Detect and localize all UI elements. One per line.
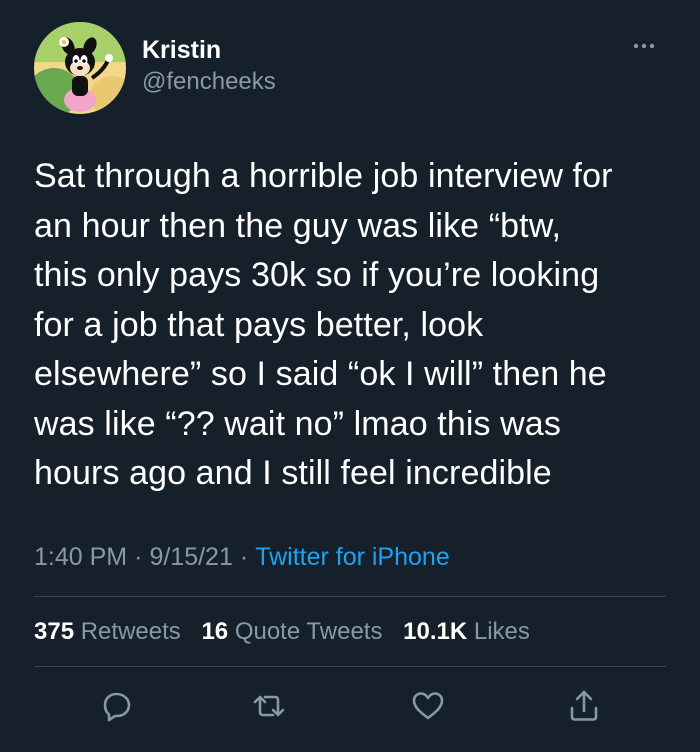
meta-separator: · bbox=[239, 543, 249, 571]
share-button[interactable] bbox=[564, 686, 604, 726]
cartoon-character-avatar-icon bbox=[34, 22, 126, 114]
divider bbox=[34, 596, 666, 597]
more-options-button[interactable] bbox=[626, 28, 662, 64]
divider bbox=[34, 666, 666, 667]
share-icon bbox=[570, 690, 598, 721]
display-name[interactable]: Kristin bbox=[142, 34, 276, 66]
retweets-stat[interactable]: 375 Retweets bbox=[34, 615, 181, 649]
quote-tweets-label: Quote Tweets bbox=[234, 618, 383, 645]
tweet-text: Sat through a horrible job interview for… bbox=[34, 157, 613, 492]
likes-count: 10.1K bbox=[403, 618, 468, 645]
action-bar bbox=[0, 680, 700, 732]
tweet-card: Kristin @fencheeks Sat through a horribl… bbox=[0, 0, 700, 752]
like-button[interactable] bbox=[408, 686, 448, 726]
more-dots-icon bbox=[633, 43, 655, 49]
quote-tweets-stat[interactable]: 16 Quote Tweets bbox=[201, 615, 382, 649]
tweet-time[interactable]: 1:40 PM bbox=[34, 543, 127, 571]
tweet-header: Kristin @fencheeks bbox=[34, 22, 666, 114]
heart-icon bbox=[412, 692, 444, 720]
user-block[interactable]: Kristin @fencheeks bbox=[142, 34, 276, 98]
user-handle[interactable]: @fencheeks bbox=[142, 66, 276, 98]
quote-tweets-count: 16 bbox=[201, 618, 229, 645]
likes-label: Likes bbox=[473, 618, 530, 645]
retweets-label: Retweets bbox=[80, 618, 181, 645]
tweet-source-link[interactable]: Twitter for iPhone bbox=[255, 543, 450, 571]
engagement-stats: 375 Retweets 16 Quote Tweets 10.1K Likes bbox=[34, 615, 544, 649]
meta-separator: · bbox=[134, 543, 143, 571]
tweet-date[interactable]: 9/15/21 bbox=[149, 543, 232, 571]
tweet-meta: 1:40 PM · 9/15/21 · Twitter for iPhone bbox=[34, 540, 450, 574]
retweet-button[interactable] bbox=[249, 686, 289, 726]
retweets-count: 375 bbox=[34, 618, 75, 645]
likes-stat[interactable]: 10.1K Likes bbox=[403, 615, 530, 649]
reply-button[interactable] bbox=[97, 686, 137, 726]
reply-icon bbox=[103, 692, 131, 722]
avatar[interactable] bbox=[34, 22, 126, 114]
retweet-icon bbox=[253, 695, 285, 717]
